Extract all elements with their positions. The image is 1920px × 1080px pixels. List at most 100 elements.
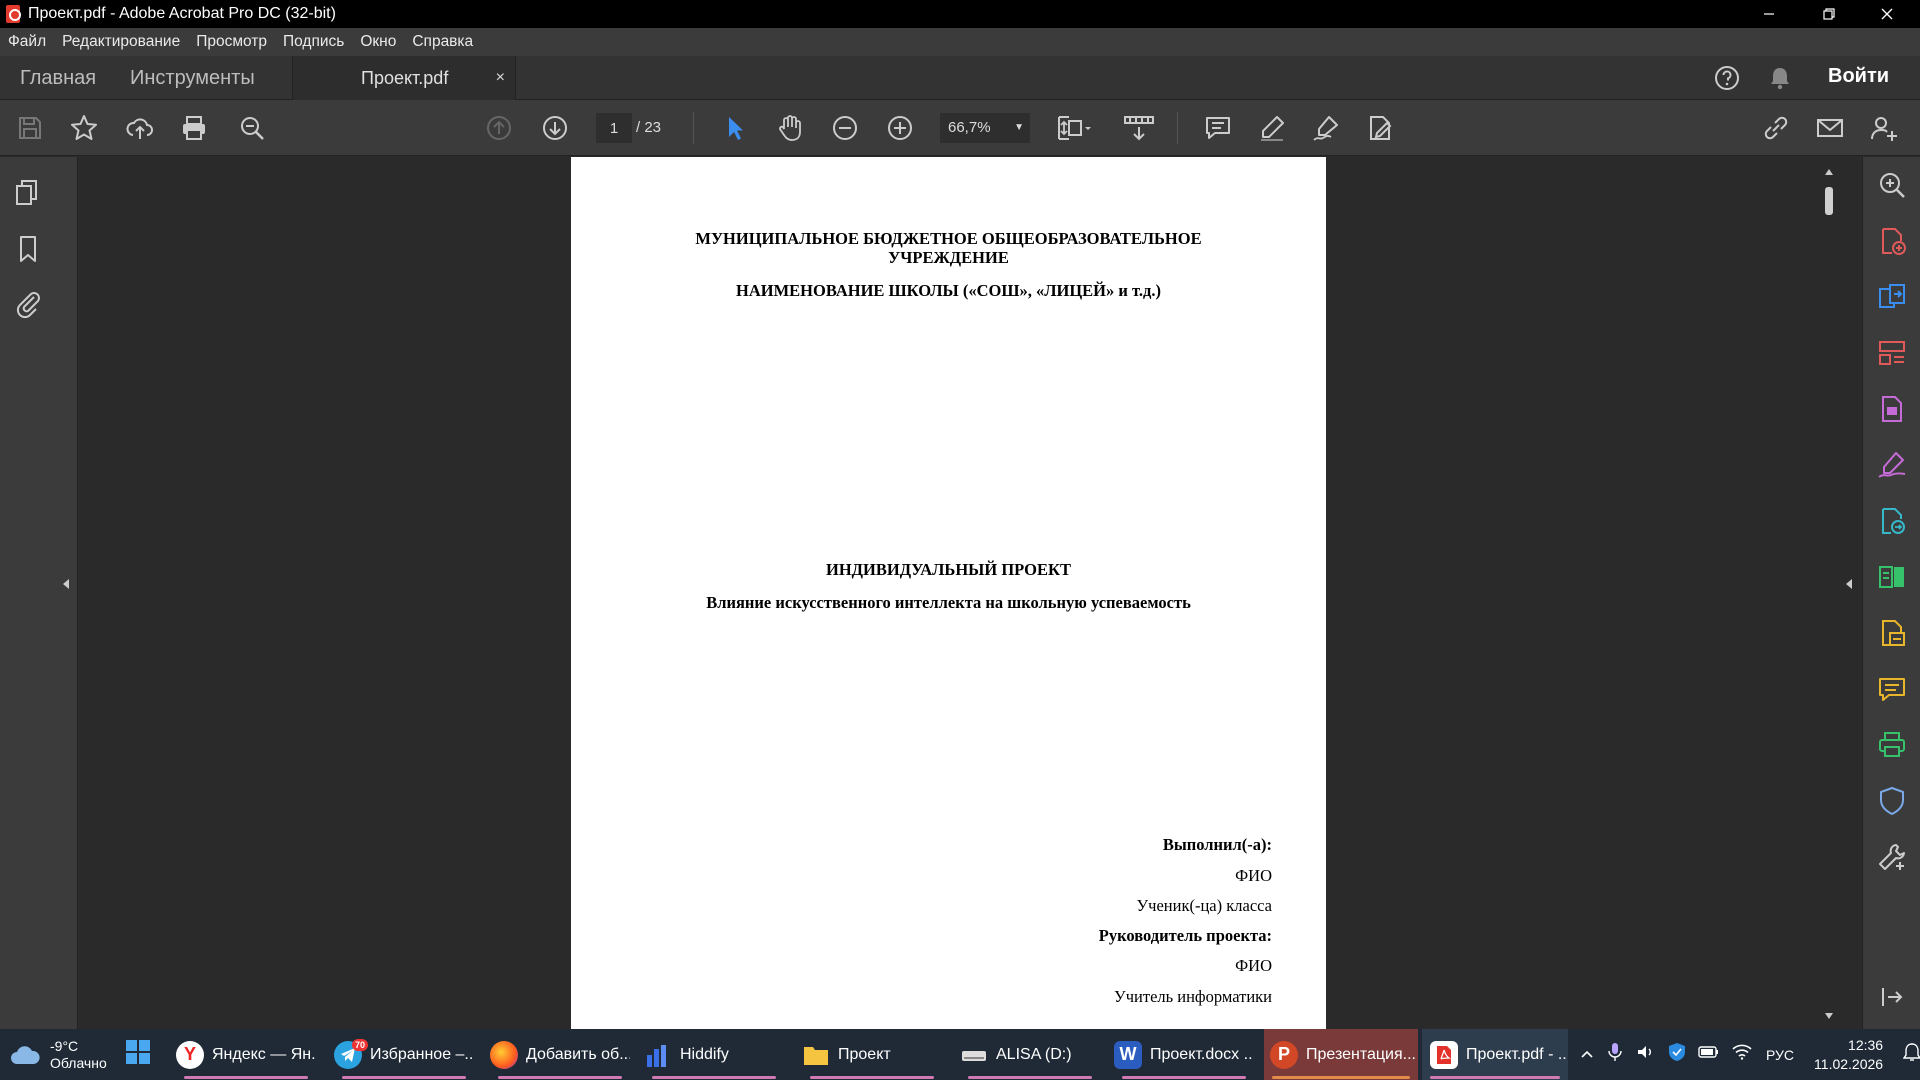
taskbar-running-indicator [498,1076,622,1079]
menu-help[interactable]: Справка [412,33,473,51]
toolbar-divider [1177,112,1178,144]
edit-document-icon[interactable] [1876,393,1908,425]
toolbar-divider [693,112,694,144]
highlighter-icon[interactable] [1254,110,1290,146]
windows-logo-icon [124,1038,152,1071]
upload-cloud-icon[interactable] [122,110,158,146]
system-tray: РУС 12:36 11.02.2026 [1580,1029,1920,1080]
vertical-scrollbar[interactable] [1822,157,1836,1029]
share-user-icon[interactable] [1866,110,1902,146]
tab-home[interactable]: Главная [20,56,96,100]
menu-view[interactable]: Просмотр [196,33,267,51]
zoom-out-icon[interactable] [827,110,863,146]
taskbar-app-yandex[interactable]: Y Яндекс — Ян... [176,1029,316,1080]
tab-document[interactable]: Проект.pdf × [292,56,516,100]
window-title: Проект.pdf - Adobe Acrobat Pro DC (32-bi… [28,5,336,22]
drive-icon [960,1041,988,1069]
project-topic: Влияние искусственного интеллекта на шко… [706,593,1191,612]
edit-pdf-icon[interactable] [1362,110,1398,146]
collapse-tools-panel-icon[interactable] [1878,983,1906,1011]
scroll-mode-icon[interactable] [1118,110,1160,146]
folder-icon [802,1041,830,1069]
taskbar-app-word[interactable]: W Проект.docx ... [1114,1029,1254,1080]
attachments-icon[interactable] [12,287,44,319]
taskbar-app-powerpoint[interactable]: P Презентация... [1264,1029,1418,1080]
more-tools-icon[interactable] [1876,841,1908,873]
prepare-form-icon[interactable] [1876,617,1908,649]
hand-tool-icon[interactable] [772,110,808,146]
page-total: / 23 [636,119,662,136]
send-for-review-icon[interactable] [1876,505,1908,537]
page-number-input[interactable]: 1 [596,113,632,143]
unread-badge: 70 [351,1038,368,1051]
protect-shield-icon[interactable] [1876,785,1908,817]
print-production-icon[interactable] [1876,729,1908,761]
weather-widget[interactable]: -9°C Облачно [8,1029,123,1080]
search-zoom-icon[interactable] [1876,169,1908,201]
star-icon[interactable] [66,110,102,146]
zoom-level-select[interactable]: 66,7% ▼ [940,113,1030,143]
input-language[interactable]: РУС [1766,1047,1794,1063]
help-icon[interactable] [1713,64,1741,92]
minimize-button[interactable] [1740,0,1798,28]
powerpoint-icon: P [1270,1040,1298,1069]
telegram-icon: 70 [334,1038,368,1069]
export-pdf-icon[interactable] [1876,281,1908,313]
weather-desc: Облачно [50,1054,107,1071]
taskbar-app-explorer-project[interactable]: Проект [802,1029,942,1080]
zoom-in-icon[interactable] [882,110,918,146]
save-icon[interactable] [12,110,48,146]
volume-icon[interactable] [1636,1043,1654,1066]
taskbar-app-hiddify[interactable]: Hiddify [644,1029,784,1080]
battery-icon[interactable] [1698,1044,1720,1065]
previous-page-icon[interactable] [481,110,517,146]
next-page-icon[interactable] [537,110,573,146]
project-type-heading: ИНДИВИДУАЛЬНЫЙ ПРОЕКТ [826,560,1071,579]
menu-edit[interactable]: Редактирование [62,33,180,51]
create-pdf-icon[interactable] [1876,225,1908,257]
fill-sign-icon[interactable] [1876,449,1908,481]
restore-button[interactable] [1800,0,1858,28]
page-thumbnails-icon[interactable] [12,177,44,209]
signin-button[interactable]: Войти [1828,65,1889,88]
taskbar-app-label: Яндекс — Ян... [212,1045,316,1063]
menu-sign[interactable]: Подпись [283,33,344,51]
chevron-up-icon[interactable] [1580,1046,1594,1064]
print-icon[interactable] [176,110,212,146]
clock[interactable]: 12:36 11.02.2026 [1814,1036,1883,1074]
pdf-page: МУНИЦИПАЛЬНОЕ БЮДЖЕТНОЕ ОБЩЕОБРАЗОВАТЕЛЬ… [571,157,1326,1029]
wifi-icon[interactable] [1732,1044,1752,1065]
email-icon[interactable] [1812,110,1848,146]
tab-tools[interactable]: Инструменты [130,56,255,100]
sign-pen-icon[interactable] [1308,110,1344,146]
comment-tool-icon[interactable] [1876,673,1908,705]
school-name: НАИМЕНОВАНИЕ ШКОЛЫ («СОШ», «ЛИЦЕЙ» и т.д… [736,281,1161,300]
taskbar-app-acrobat-active[interactable]: Проект.pdf - ... [1422,1029,1568,1080]
taskbar-app-label: Hiddify [680,1045,729,1063]
close-tab-icon[interactable]: × [496,69,505,87]
compare-files-icon[interactable] [1876,561,1908,593]
taskbar-app-drive[interactable]: ALISA (D:) [960,1029,1100,1080]
notifications-bell-icon[interactable] [1766,64,1794,92]
taskbar-running-indicator [1430,1076,1560,1079]
expand-right-panel-icon[interactable] [1843,577,1855,591]
close-window-button[interactable] [1858,0,1916,28]
menu-file[interactable]: Файл [8,33,46,51]
share-link-icon[interactable] [1758,110,1794,146]
defender-shield-icon[interactable] [1668,1042,1686,1067]
comment-icon[interactable] [1200,110,1236,146]
taskbar-app-telegram[interactable]: 70 Избранное –... [334,1029,474,1080]
expand-left-panel-icon[interactable] [60,577,72,591]
fit-page-icon[interactable] [1052,110,1096,146]
organize-pages-icon[interactable] [1876,337,1908,369]
select-cursor-icon[interactable] [717,110,753,146]
zoom-search-icon[interactable] [234,110,270,146]
right-tools-panel [1862,157,1920,1029]
notification-center-icon[interactable] [1902,1042,1920,1067]
start-button[interactable] [124,1029,158,1080]
bookmarks-icon[interactable] [12,233,44,265]
menu-window[interactable]: Окно [360,33,396,51]
microphone-icon[interactable] [1608,1042,1622,1067]
windows-taskbar: -9°C Облачно Y Яндекс — Ян... 70 Избранн… [0,1029,1920,1080]
taskbar-app-firefox[interactable]: Добавить об... [490,1029,630,1080]
